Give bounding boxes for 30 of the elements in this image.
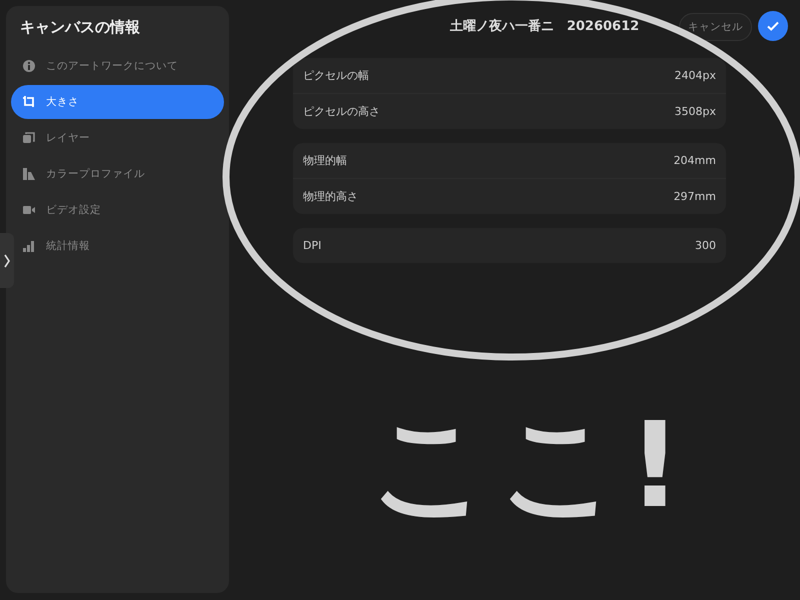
canvas-title: 土曜ノ夜ハ一番ニ 20260612 xyxy=(450,18,640,35)
row-label: ピクセルの高さ xyxy=(303,104,380,119)
layers-icon xyxy=(22,131,36,145)
row-value: 297mm xyxy=(674,190,716,203)
row-label: DPI xyxy=(303,239,322,252)
row-value: 2404px xyxy=(674,69,716,82)
info-icon xyxy=(22,59,36,73)
row-value: 204mm xyxy=(674,154,716,167)
row-value: 300 xyxy=(695,239,716,252)
cancel-button[interactable]: キャンセル xyxy=(679,13,752,41)
handwritten-note: ここ! xyxy=(370,395,690,536)
row-value: 3508px xyxy=(674,105,716,118)
checkmark-icon xyxy=(766,19,780,33)
color-profile-icon xyxy=(22,167,36,181)
row-label: ピクセルの幅 xyxy=(303,68,369,83)
bar-chart-icon xyxy=(22,239,36,253)
sidebar-item[interactable]: 統計情報 xyxy=(11,229,224,263)
crop-icon xyxy=(22,95,36,109)
sidebar-item[interactable]: ビデオ設定 xyxy=(11,193,224,227)
chevron-right-icon xyxy=(4,254,10,268)
video-camera-icon xyxy=(22,203,36,217)
sidebar-item[interactable]: レイヤー xyxy=(11,121,224,155)
panel-handle[interactable] xyxy=(0,233,14,288)
row-label: 物理的高さ xyxy=(303,189,358,204)
sidebar-item[interactable]: このアートワークについて xyxy=(11,49,224,83)
sidebar-title: キャンバスの情報 xyxy=(20,18,141,37)
confirm-button[interactable] xyxy=(758,11,788,41)
sidebar-item[interactable]: 大きさ xyxy=(11,85,224,119)
row-label: 物理的幅 xyxy=(303,153,347,168)
sidebar-item[interactable]: カラープロファイル xyxy=(11,157,224,191)
